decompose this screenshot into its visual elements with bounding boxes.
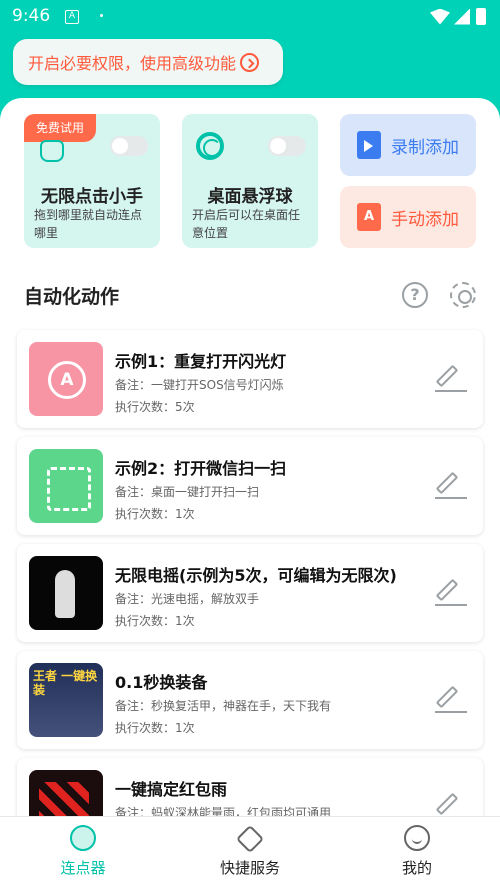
nav-label: 快捷服务	[219, 859, 280, 877]
nav-label: 连点器	[60, 859, 106, 877]
free-trial-badge: 免费试用	[24, 114, 96, 142]
record-add-button[interactable]: 录制添加	[340, 114, 476, 176]
status-bar: 9:46 A	[0, 0, 500, 34]
nav-mine[interactable]: 我的	[334, 825, 500, 878]
item-count: 执行次数：1次	[115, 721, 195, 735]
permission-banner[interactable]: 开启必要权限，使用高级功能	[13, 39, 283, 85]
item-title: 一键搞定红包雨	[115, 780, 228, 799]
edit-icon[interactable]	[435, 362, 467, 394]
item-title: 示例1：重复打开闪光灯	[115, 352, 287, 371]
hand-icon	[40, 140, 64, 162]
list-item[interactable]: 王者 一键换装 0.1秒换装备 备注：秒换复活甲，神器在手，天下我有 执行次数：…	[17, 651, 483, 749]
nav-quick-service[interactable]: 快捷服务	[167, 824, 333, 878]
item-note: 备注：秒换复活甲，神器在手，天下我有	[115, 699, 332, 713]
float-ball-card[interactable]: 桌面悬浮球 开启后可以在桌面任意位置	[182, 114, 318, 248]
list-item[interactable]: 无限电摇(示例为5次，可编辑为无限次) 备注：光速电摇，解放双手 执行次数：1次	[17, 544, 483, 642]
item-title: 0.1秒换装备	[115, 673, 208, 692]
section-title: 自动化动作	[24, 286, 120, 308]
item-note: 备注：光速电摇，解放双手	[115, 592, 260, 606]
signal-icon	[454, 8, 470, 25]
game-thumb-text: 王者 一键换装	[33, 669, 98, 697]
float-ball-title: 桌面悬浮球	[207, 187, 293, 207]
flashlight-thumb-icon	[29, 342, 103, 416]
clicker-desc: 拖到哪里就自动连点哪里	[34, 208, 143, 240]
manual-add-button[interactable]: A 手动添加	[340, 186, 476, 248]
manual-file-icon: A	[357, 203, 381, 231]
float-ball-toggle[interactable]	[268, 136, 306, 156]
status-time: 9:46	[12, 6, 51, 26]
gear-icon[interactable]	[450, 282, 476, 308]
main-panel: 免费试用 无限点击小手 拖到哪里就自动连点哪里 桌面悬浮球 开启后可以在桌面任意…	[0, 98, 500, 828]
bottom-nav: 连点器 快捷服务 我的	[0, 816, 500, 888]
notification-icon: A	[65, 10, 79, 24]
nav-label: 我的	[401, 859, 432, 877]
float-ball-icon	[196, 132, 224, 160]
item-title: 无限电摇(示例为5次，可编辑为无限次)	[115, 566, 397, 585]
scan-thumb-icon	[29, 449, 103, 523]
item-note: 备注：桌面一键打开扫一扫	[115, 485, 260, 499]
help-icon[interactable]: ?	[402, 282, 428, 308]
manual-add-label: 手动添加	[391, 209, 459, 230]
clicker-card[interactable]: 免费试用 无限点击小手 拖到哪里就自动连点哪里	[24, 114, 160, 248]
banner-text: 开启必要权限，使用高级功能	[28, 54, 237, 73]
service-nav-icon	[235, 824, 265, 854]
edit-icon[interactable]	[435, 576, 467, 608]
nav-clicker[interactable]: 连点器	[0, 825, 166, 878]
item-count: 执行次数：1次	[115, 507, 195, 521]
item-note: 备注：一键打开SOS信号灯闪烁	[115, 378, 284, 392]
notification-dot-icon	[100, 14, 103, 17]
clicker-nav-icon	[70, 825, 96, 851]
edit-icon[interactable]	[435, 683, 467, 715]
clicker-toggle[interactable]	[110, 136, 148, 156]
item-count: 执行次数：5次	[115, 400, 195, 414]
item-title: 示例2：打开微信扫一扫	[115, 459, 287, 478]
list-item[interactable]: 示例2：打开微信扫一扫 备注：桌面一键打开扫一扫 执行次数：1次	[17, 437, 483, 535]
battery-icon	[476, 8, 486, 25]
video-file-icon	[357, 131, 381, 159]
float-ball-desc: 开启后可以在桌面任意位置	[192, 208, 301, 240]
status-icons	[430, 8, 486, 25]
dancer-thumb-icon	[29, 556, 103, 630]
item-count: 执行次数：1次	[115, 614, 195, 628]
game-thumb-icon: 王者 一键换装	[29, 663, 103, 737]
profile-nav-icon	[404, 825, 430, 851]
wifi-icon	[430, 8, 450, 25]
list-item[interactable]: 示例1：重复打开闪光灯 备注：一键打开SOS信号灯闪烁 执行次数：5次	[17, 330, 483, 428]
clicker-title: 无限点击小手	[41, 187, 143, 207]
chevron-right-icon	[240, 52, 260, 72]
edit-icon[interactable]	[435, 469, 467, 501]
record-add-label: 录制添加	[391, 137, 459, 158]
